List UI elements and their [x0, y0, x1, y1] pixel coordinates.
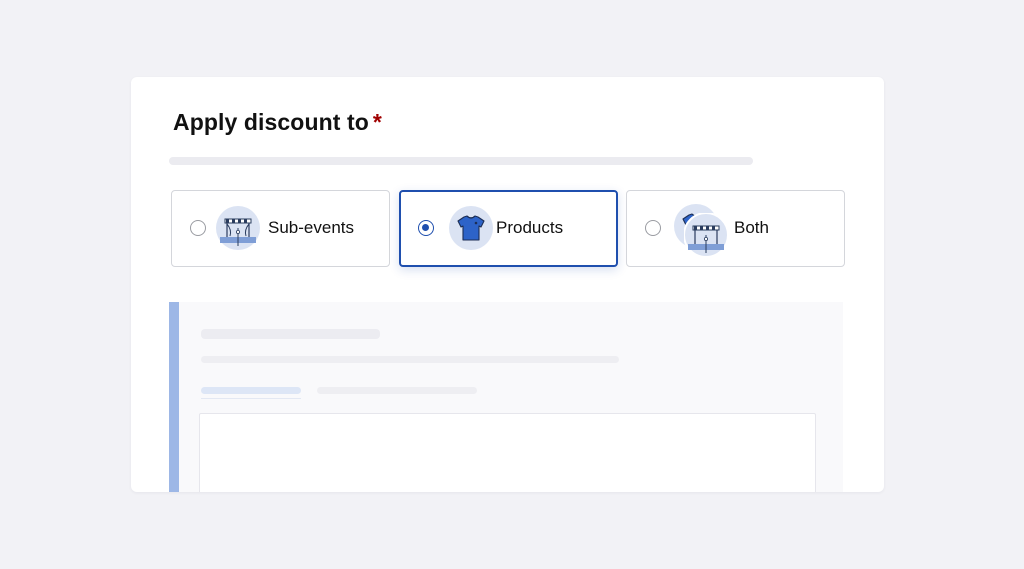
radio-button[interactable] — [645, 220, 661, 236]
option-sub-events[interactable]: Sub-events — [171, 190, 390, 267]
tab-underline — [201, 398, 301, 399]
radio-button[interactable] — [190, 220, 206, 236]
discount-card: Apply discount to * Sub-events Products … — [131, 77, 884, 492]
placeholder-tab — [317, 387, 477, 394]
stage-icon — [216, 206, 260, 250]
placeholder-bar — [169, 157, 753, 165]
placeholder-input-area — [199, 413, 816, 492]
option-label: Sub-events — [268, 218, 354, 237]
radio-button-selected[interactable] — [418, 220, 434, 236]
option-label: Products — [496, 218, 564, 237]
option-products[interactable]: Products — [399, 190, 618, 267]
option-both[interactable]: Both — [626, 190, 845, 267]
placeholder-text — [201, 356, 619, 363]
stage-and-tshirt-icon — [674, 204, 728, 257]
option-label: Both — [734, 218, 769, 237]
tshirt-icon — [449, 206, 493, 250]
placeholder-heading — [201, 329, 380, 339]
placeholder-tab-active — [201, 387, 301, 394]
field-title-text: Apply discount to — [173, 109, 369, 135]
field-title: Apply discount to * — [173, 109, 382, 136]
required-marker: * — [372, 109, 382, 135]
details-panel — [169, 302, 843, 492]
panel-accent-bar — [169, 302, 179, 492]
